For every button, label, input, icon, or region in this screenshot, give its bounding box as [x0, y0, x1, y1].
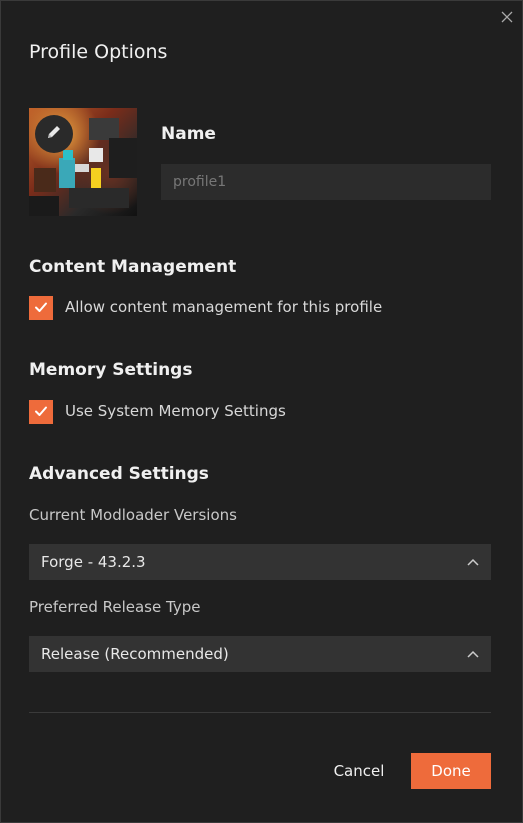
content-management-title: Content Management	[29, 257, 237, 277]
memory-settings-title: Memory Settings	[29, 360, 193, 380]
pencil-icon	[45, 123, 63, 145]
profile-options-dialog: Profile Options Name Content Management …	[0, 0, 523, 823]
chevron-up-icon	[467, 650, 479, 658]
cancel-button[interactable]: Cancel	[323, 753, 395, 789]
release-type-value: Release (Recommended)	[41, 645, 229, 663]
check-icon	[34, 299, 48, 318]
modloader-label: Current Modloader Versions	[29, 506, 237, 524]
advanced-settings-title: Advanced Settings	[29, 464, 209, 484]
content-management-checkbox[interactable]	[29, 296, 53, 320]
edit-avatar-button[interactable]	[35, 115, 73, 153]
modloader-select[interactable]: Forge - 43.2.3	[29, 544, 491, 580]
dialog-title: Profile Options	[29, 41, 168, 63]
memory-settings-checkbox[interactable]	[29, 400, 53, 424]
chevron-up-icon	[467, 558, 479, 566]
close-icon[interactable]	[499, 9, 515, 25]
check-icon	[34, 403, 48, 422]
content-management-label: Allow content management for this profil…	[65, 298, 383, 316]
memory-settings-label: Use System Memory Settings	[65, 402, 286, 420]
name-label: Name	[161, 124, 216, 144]
modloader-value: Forge - 43.2.3	[41, 553, 146, 571]
release-type-select[interactable]: Release (Recommended)	[29, 636, 491, 672]
release-type-label: Preferred Release Type	[29, 598, 201, 616]
done-button[interactable]: Done	[411, 753, 491, 789]
footer-divider	[29, 712, 491, 713]
profile-name-input[interactable]	[161, 164, 491, 200]
